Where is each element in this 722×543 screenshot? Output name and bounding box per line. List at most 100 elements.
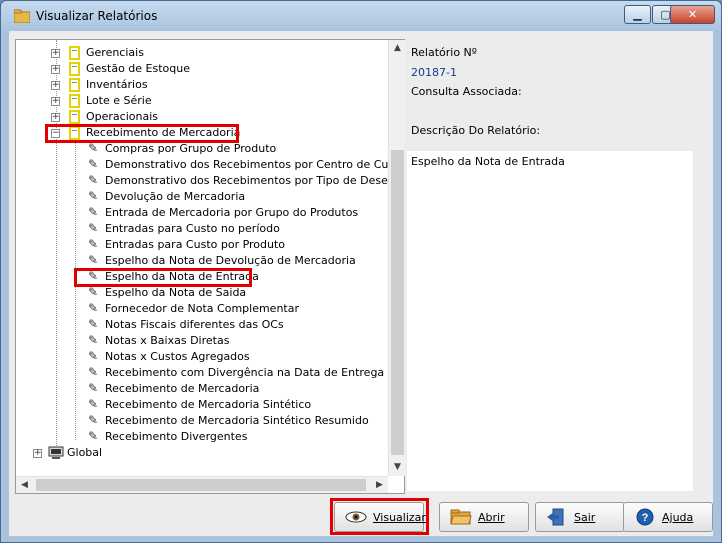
svg-text:?: ? [642, 512, 649, 524]
report-item[interactable]: ✎ Fornecedor de Nota Complementar [16, 301, 388, 317]
report-icon: ✎ [88, 221, 99, 235]
report-item[interactable]: ✎ Notas x Custos Agregados [16, 349, 388, 365]
window-title: Visualizar Relatórios [36, 9, 158, 23]
report-label: Espelho da Nota de Saida [105, 286, 247, 299]
report-item[interactable]: ✎ Recebimento com Divergência na Data de… [16, 365, 388, 381]
close-button[interactable]: ✕ [670, 5, 715, 24]
report-label: Recebimento Divergentes [105, 430, 248, 443]
folder-icon [69, 62, 80, 76]
report-label: Devolução de Mercadoria [105, 190, 246, 203]
report-item[interactable]: ✎ Demonstrativo dos Recebimentos por Tip… [16, 173, 388, 189]
computer-icon [48, 446, 64, 459]
expand-icon[interactable]: + [51, 81, 60, 90]
report-label: Recebimento de Mercadoria Sintético [105, 398, 312, 411]
report-icon: ✎ [88, 237, 99, 251]
folder-icon [69, 78, 80, 92]
report-item[interactable]: ✎ Notas x Baixas Diretas [16, 333, 388, 349]
report-icon: ✎ [88, 333, 99, 347]
report-label: Compras por Grupo de Produto [105, 142, 277, 155]
exit-door-icon [547, 508, 564, 526]
tree-horizontal-scrollbar[interactable]: ◀ ▶ [16, 476, 388, 493]
report-item[interactable]: ✎ Espelho da Nota de Saida [16, 285, 388, 301]
scroll-down-icon[interactable]: ▼ [389, 459, 406, 476]
report-icon: ✎ [88, 365, 99, 379]
tree-folder-lote-serie[interactable]: + Lote e Série [16, 93, 388, 109]
report-icon: ✎ [88, 285, 99, 299]
scroll-right-icon[interactable]: ▶ [371, 477, 388, 494]
report-label: Notas x Custos Agregados [105, 350, 250, 363]
sair-button-label: Sair [574, 511, 596, 524]
highlight-box-button [330, 498, 429, 535]
report-item[interactable]: ✎ Recebimento de Mercadoria Sintético [16, 397, 388, 413]
tree-folder-label: Inventários [86, 78, 148, 91]
report-label: Notas x Baixas Diretas [105, 334, 230, 347]
report-item[interactable]: ✎ Demonstrativo dos Recebimentos por Cen… [16, 157, 388, 173]
report-item[interactable]: ✎ Entrada de Mercadoria por Grupo do Pro… [16, 205, 388, 221]
folder-icon [69, 94, 80, 108]
expand-icon[interactable]: + [51, 49, 60, 58]
scroll-thumb[interactable] [391, 150, 404, 455]
report-viewer-window: Visualizar Relatórios ▁ ▢ ✕ + Gerenciais… [0, 0, 722, 543]
report-label: Demonstrativo dos Recebimentos por Centr… [105, 158, 388, 171]
report-icon: ✎ [88, 253, 99, 267]
scroll-left-icon[interactable]: ◀ [16, 477, 33, 494]
report-detail-panel: Relatório Nº 20187-1 Consulta Associada:… [407, 39, 707, 494]
report-label: Recebimento com Divergência na Data de E… [105, 366, 385, 379]
report-icon: ✎ [88, 141, 99, 155]
expand-icon[interactable]: + [51, 65, 60, 74]
tree-root-global[interactable]: + Global [16, 445, 388, 461]
report-item[interactable]: ✎ Devolução de Mercadoria [16, 189, 388, 205]
abrir-button[interactable]: Abrir [439, 502, 529, 532]
report-icon: ✎ [88, 189, 99, 203]
app-folder-icon [14, 9, 30, 23]
tree-folder-gerenciais[interactable]: + Gerenciais [16, 45, 388, 61]
report-item[interactable]: ✎ Compras por Grupo de Produto [16, 141, 388, 157]
report-item[interactable]: ✎ Entradas para Custo no período [16, 221, 388, 237]
report-icon: ✎ [88, 205, 99, 219]
report-icon: ✎ [88, 317, 99, 331]
folder-icon [69, 46, 80, 60]
report-item[interactable]: ✎ Recebimento de Mercadoria [16, 381, 388, 397]
report-item[interactable]: ✎ Entradas para Custo por Produto [16, 237, 388, 253]
associated-query-label: Consulta Associada: [411, 85, 522, 98]
expand-icon[interactable]: + [33, 449, 42, 458]
report-label: Entradas para Custo por Produto [105, 238, 286, 251]
tree-root-label: Global [67, 446, 103, 459]
tree-folder-label: Operacionais [86, 110, 159, 123]
report-label: Notas Fiscais diferentes das OCs [105, 318, 284, 331]
report-icon: ✎ [88, 173, 99, 187]
minimize-button[interactable]: ▁ [624, 5, 651, 24]
tree-content: + Gerenciais + Gestão de Estoque + Inven… [16, 40, 388, 476]
expand-icon[interactable]: + [51, 97, 60, 106]
report-description-box[interactable]: Espelho da Nota de Entrada [407, 151, 693, 491]
title-bar[interactable]: Visualizar Relatórios ▁ ▢ ✕ [1, 1, 721, 31]
tree-folder-gestao-estoque[interactable]: + Gestão de Estoque [16, 61, 388, 77]
report-description-label: Descrição Do Relatório: [411, 124, 541, 137]
report-icon: ✎ [88, 157, 99, 171]
report-icon: ✎ [88, 413, 99, 427]
scroll-up-icon[interactable]: ▲ [389, 40, 406, 57]
report-item[interactable]: ✎ Recebimento Divergentes [16, 429, 388, 445]
report-label: Fornecedor de Nota Complementar [105, 302, 299, 315]
expand-icon[interactable]: + [51, 113, 60, 122]
tree-folder-operacionais[interactable]: + Operacionais [16, 109, 388, 125]
report-item[interactable]: ✎ Espelho da Nota de Devolução de Mercad… [16, 253, 388, 269]
folder-icon [69, 110, 80, 124]
report-label: Recebimento de Mercadoria [105, 382, 260, 395]
report-description-text: Espelho da Nota de Entrada [411, 155, 565, 168]
tree-folder-inventarios[interactable]: + Inventários [16, 77, 388, 93]
sair-button[interactable]: Sair [535, 502, 625, 532]
scroll-thumb[interactable] [36, 479, 366, 491]
help-icon: ? [636, 508, 654, 526]
report-item[interactable]: ✎ Notas Fiscais diferentes das OCs [16, 317, 388, 333]
tree-vertical-scrollbar[interactable]: ▲ ▼ [388, 40, 405, 476]
open-folder-icon [450, 509, 472, 525]
abrir-button-label: Abrir [478, 511, 505, 524]
tree-folder-label: Gestão de Estoque [86, 62, 190, 75]
report-item[interactable]: ✎ Recebimento de Mercadoria Sintético Re… [16, 413, 388, 429]
ajuda-button[interactable]: ? Ajuda [623, 502, 713, 532]
tree-folder-label: Gerenciais [86, 46, 144, 59]
report-label: Recebimento de Mercadoria Sintético Resu… [105, 414, 369, 427]
report-tree: + Gerenciais + Gestão de Estoque + Inven… [15, 39, 405, 494]
report-label: Entrada de Mercadoria por Grupo do Produ… [105, 206, 359, 219]
